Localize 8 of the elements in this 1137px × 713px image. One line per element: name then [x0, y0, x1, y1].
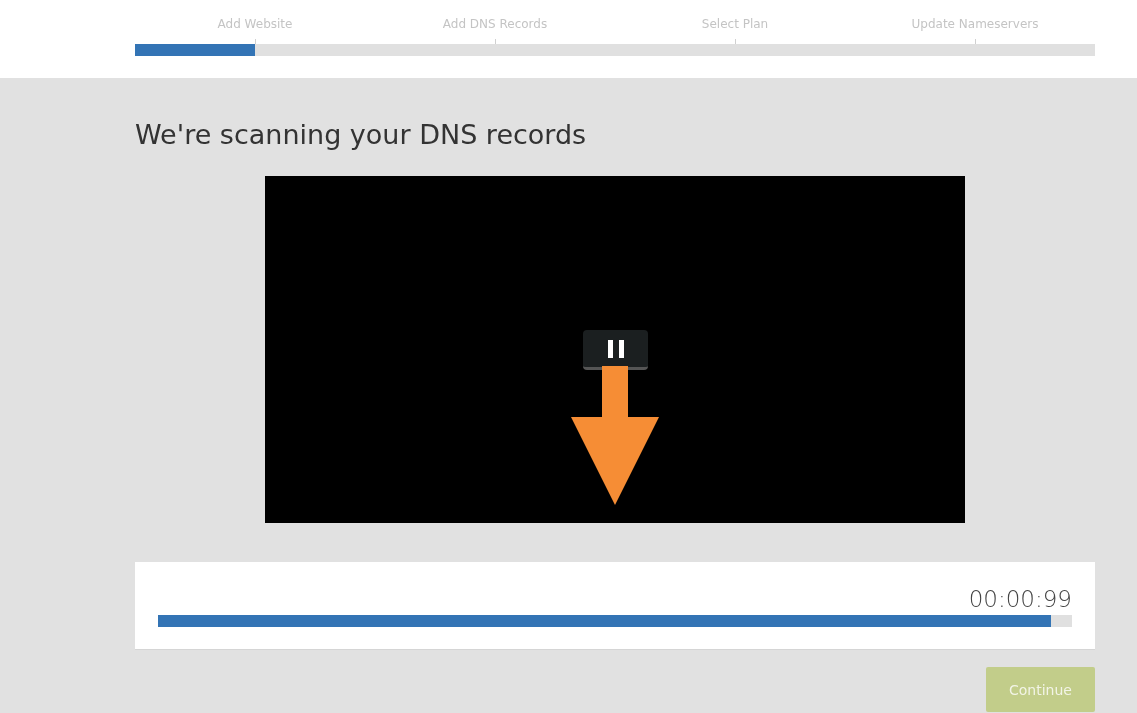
pause-button[interactable]: [583, 330, 648, 370]
pause-icon: [605, 338, 626, 359]
step-label: Add DNS Records: [441, 16, 549, 33]
step-label: Update Nameservers: [910, 16, 1040, 33]
elapsed-time: 00:00:99: [967, 585, 1072, 614]
step-label: Add Website: [216, 16, 294, 33]
page-title: We're scanning your DNS records: [135, 118, 588, 152]
step-label: Select Plan: [700, 16, 770, 33]
